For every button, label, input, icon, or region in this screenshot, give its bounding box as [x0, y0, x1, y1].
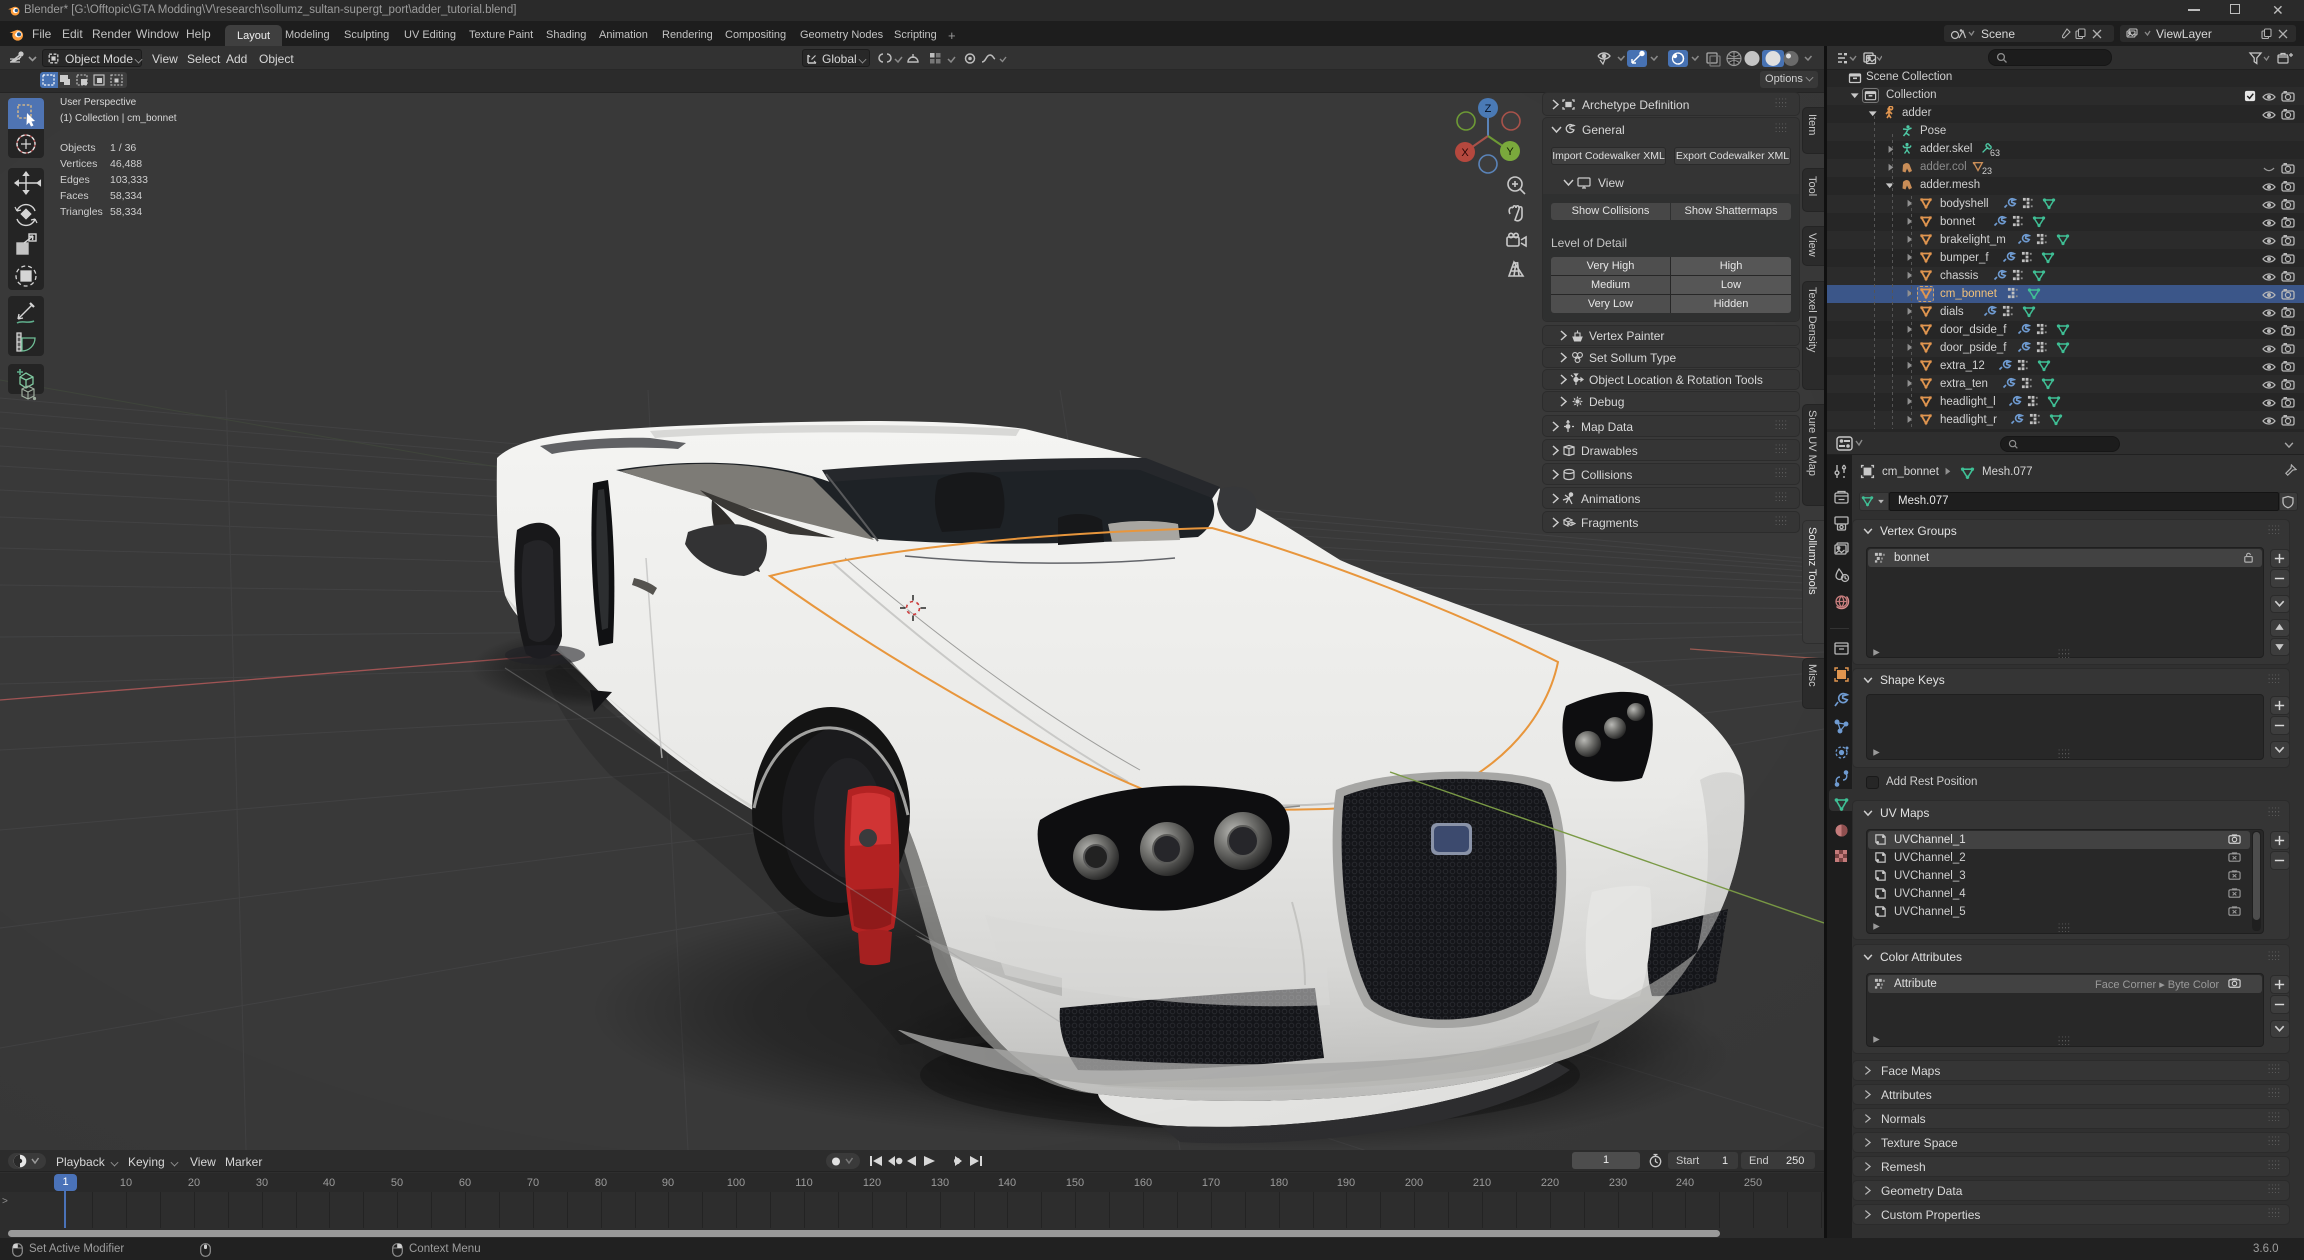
svg-text:Y: Y: [1506, 146, 1514, 158]
svg-text:X: X: [1461, 147, 1469, 159]
svg-text:Z: Z: [1485, 103, 1492, 115]
